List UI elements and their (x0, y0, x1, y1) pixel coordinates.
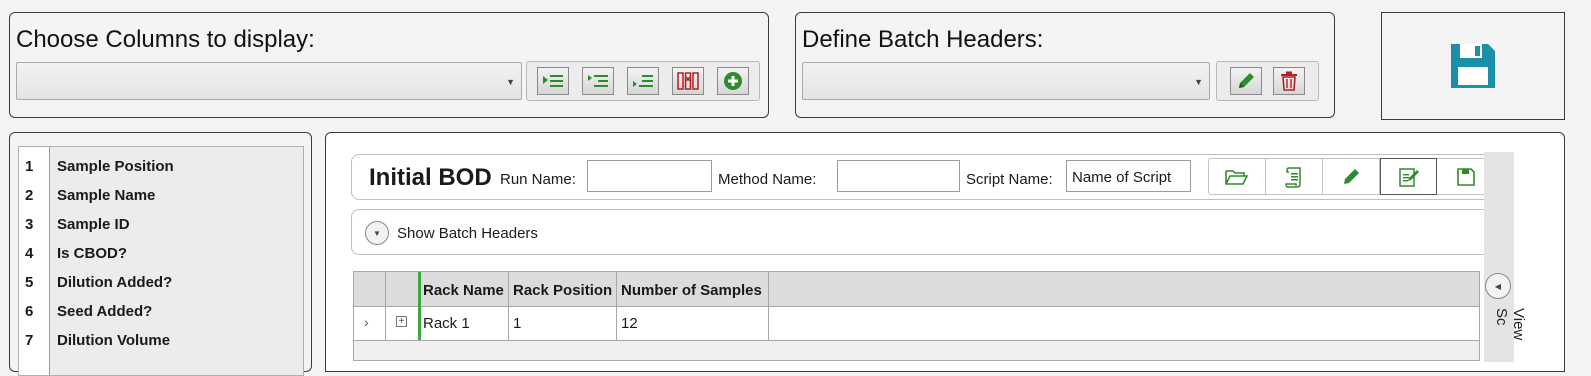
list-item[interactable]: 1 Sample Position (19, 150, 303, 179)
list-item[interactable]: 2 Sample Name (19, 179, 303, 208)
list-outdent-icon (633, 75, 653, 87)
open-folder-button[interactable] (1209, 159, 1266, 194)
pencil-icon (1239, 73, 1254, 88)
script-name-label: Script Name: (966, 171, 1053, 188)
table-cell[interactable]: 1 (509, 307, 617, 340)
columns-toolbar (526, 61, 760, 101)
column-header[interactable]: Rack Name (419, 272, 509, 306)
list-item-label: Sample Position (57, 158, 174, 175)
save-layout-button[interactable] (1381, 12, 1565, 120)
row-indicator-cell: › (354, 307, 386, 340)
add-column-button[interactable] (717, 67, 749, 95)
list-item-label: Dilution Added? (57, 274, 173, 291)
header-indicator-cell (354, 272, 386, 306)
script-name-field[interactable]: Name of Script (1066, 160, 1191, 192)
list-item-number: 4 (25, 245, 34, 262)
list-item[interactable]: 5 Dilution Added? (19, 266, 303, 295)
add-circle-icon (724, 72, 742, 90)
grid-header: Rack Name Rack Position Number of Sample… (354, 272, 1479, 307)
table-cell[interactable]: 12 (617, 307, 769, 340)
edit-note-icon (1398, 167, 1419, 187)
edit-button[interactable] (1323, 159, 1380, 194)
show-batch-headers-label[interactable]: Show Batch Headers (397, 225, 538, 242)
list-item-number: 2 (25, 187, 34, 204)
indent-right-button[interactable] (537, 67, 569, 95)
list-item[interactable]: 3 Sample ID (19, 208, 303, 237)
list-item-label: Dilution Volume (57, 332, 171, 349)
indent-right-icon (543, 75, 563, 87)
run-toolbar (1208, 158, 1494, 195)
list-item-label: Is CBOD? (57, 245, 128, 262)
list-indent-button[interactable] (582, 67, 614, 95)
list-item[interactable]: 4 Is CBOD? (19, 237, 303, 266)
list-outdent-button[interactable] (627, 67, 659, 95)
columns-combo[interactable]: ▼ (16, 62, 522, 100)
delete-batch-header-button[interactable] (1273, 67, 1305, 95)
list-item-label: Sample Name (57, 187, 156, 204)
method-name-field[interactable] (837, 160, 960, 192)
run-name-label: Run Name: (500, 171, 576, 188)
list-item-number: 5 (25, 274, 34, 291)
rack-grid: Rack Name Rack Position Number of Sample… (353, 271, 1480, 361)
load-script-button[interactable] (1266, 159, 1323, 194)
list-indent-icon (588, 75, 608, 87)
list-item-number: 3 (25, 216, 34, 233)
edit-batch-header-button[interactable] (1230, 67, 1262, 95)
list-item-number: 7 (25, 332, 34, 349)
collapse-side-panel-button[interactable]: ◀ (1485, 273, 1511, 299)
expand-plus-icon[interactable]: + (396, 316, 407, 327)
expand-batch-headers-button[interactable]: ▼ (365, 221, 389, 245)
list-item[interactable]: 7 Dilution Volume (19, 324, 303, 353)
columns-panel-title: Choose Columns to display: (16, 26, 315, 53)
page-title: Initial BOD (369, 164, 492, 191)
table-row[interactable]: › + Rack 1 1 12 (354, 307, 1479, 341)
column-header[interactable]: Number of Samples (617, 272, 769, 306)
remove-columns-button[interactable] (672, 67, 704, 95)
chevron-down-icon: ▼ (1194, 77, 1203, 87)
folder-open-icon (1225, 169, 1249, 185)
row-expand-cell: + (386, 307, 419, 340)
columns-list-panel: 1 Sample Position 2 Sample Name 3 Sample… (9, 132, 312, 376)
list-item-number: 6 (25, 303, 34, 320)
chevron-down-icon: ▼ (373, 228, 381, 238)
chevron-right-icon: › (364, 314, 369, 330)
side-panel-label[interactable]: View Sc (1493, 308, 1527, 353)
method-name-label: Method Name: (718, 171, 817, 188)
frozen-column-divider (418, 272, 421, 340)
list-item-label: Seed Added? (57, 303, 153, 320)
remove-columns-icon (677, 72, 699, 90)
chevron-left-icon: ◀ (1494, 281, 1502, 291)
trash-icon (1281, 71, 1297, 91)
pencil-icon (1344, 168, 1359, 184)
list-item-number: 1 (25, 158, 34, 175)
save-icon (1456, 167, 1475, 186)
column-header[interactable]: Rack Position (509, 272, 617, 306)
list-item-label: Sample ID (57, 216, 130, 233)
batch-headers-combo[interactable]: ▼ (802, 62, 1210, 100)
list-item[interactable]: 6 Seed Added? (19, 295, 303, 324)
run-name-field[interactable] (587, 160, 712, 192)
header-expand-cell (386, 272, 419, 306)
floppy-disk-icon (1451, 44, 1495, 88)
edit-note-button[interactable] (1380, 158, 1437, 195)
batch-headers-toolbar (1216, 61, 1319, 101)
table-cell[interactable]: Rack 1 (419, 307, 509, 340)
chevron-down-icon: ▼ (506, 77, 515, 87)
script-icon (1285, 166, 1301, 188)
batch-headers-title: Define Batch Headers: (802, 26, 1044, 53)
columns-list[interactable]: 1 Sample Position 2 Sample Name 3 Sample… (18, 146, 304, 376)
